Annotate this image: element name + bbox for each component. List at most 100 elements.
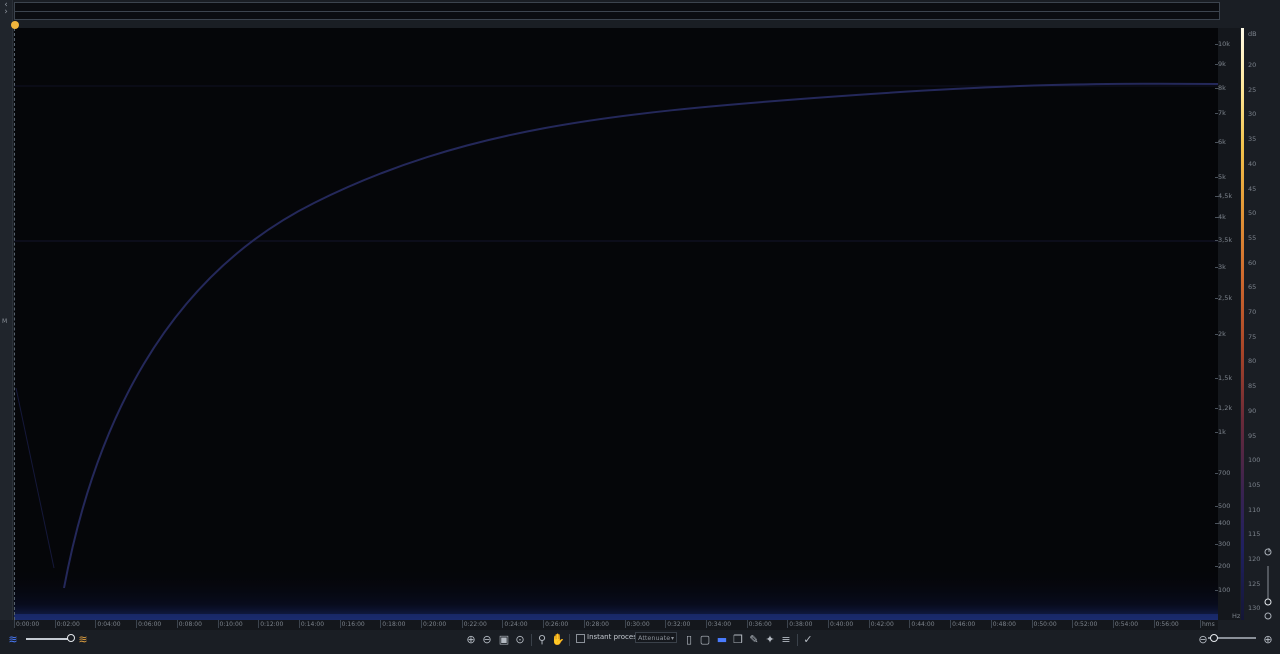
- frequency-tick-label: 4,5k: [1214, 192, 1233, 200]
- db-tick-label: 85: [1248, 382, 1257, 391]
- time-tick-label: 0:08:00: [176, 620, 202, 628]
- frequency-axis[interactable]: 10k 9k 8k 7k 6k 5k 4,5k 4k 3,5k 3k 2,5k 2k 1,5k 1,2k 1…: [1214, 28, 1240, 620]
- toolbar-divider: [797, 634, 798, 646]
- magic-wand-icon[interactable]: ✦: [763, 633, 777, 647]
- chevron-down-icon: ▾: [670, 635, 674, 642]
- zoom-in-icon[interactable]: ⊕: [1261, 633, 1275, 647]
- frequency-tick-label: 6k: [1215, 138, 1226, 146]
- frequency-tick-label: 1k: [1215, 428, 1226, 436]
- frequency-tick-label: 2k: [1215, 330, 1226, 338]
- time-tick-label: 0:50:00: [1031, 620, 1057, 628]
- time-tick-label: 0:36:00: [746, 620, 772, 628]
- time-tick-label: 0:20:00: [420, 620, 447, 628]
- frequency-tick-label: 8k: [1215, 84, 1226, 92]
- time-tick-label: 0:00:00: [13, 620, 40, 628]
- time-select-icon[interactable]: ▯: [682, 633, 696, 647]
- time-tick-label: 0:02:00: [54, 620, 80, 628]
- frequency-unit-label: Hz: [1232, 612, 1241, 620]
- rectangle-select-icon[interactable]: ▬: [715, 633, 729, 647]
- playhead-line: [14, 28, 16, 620]
- time-unit-label: hms: [1200, 620, 1215, 628]
- spectrogram-display[interactable]: [14, 28, 1218, 620]
- time-tick-label: 0:48:00: [990, 620, 1016, 628]
- db-tick-label: 105: [1248, 480, 1261, 489]
- frequency-tick-label: 2,5k: [1214, 294, 1233, 302]
- frequency-tick-label: 3,5k: [1214, 236, 1233, 244]
- frequency-tick-label: 700: [1214, 469, 1231, 477]
- mode-select-value: Attenuate: [638, 634, 671, 642]
- frequency-tick-label: 9k: [1215, 60, 1226, 68]
- frequency-select-icon[interactable]: ▢: [698, 633, 712, 647]
- time-tick-label: 0:28:00: [583, 620, 609, 628]
- waveform-spectrogram-opacity-track[interactable]: [26, 638, 72, 640]
- harmonic-select-icon[interactable]: ≡: [779, 633, 793, 647]
- frequency-tick-label: 10k: [1214, 40, 1231, 48]
- zoom-out-icon[interactable]: ⊖: [480, 633, 494, 647]
- frequency-tick-label: 1,5k: [1214, 374, 1233, 382]
- hand-icon[interactable]: ✋: [551, 633, 565, 647]
- time-tick-label: 0:12:00: [258, 620, 284, 628]
- frequency-tick-label: 3k: [1215, 263, 1226, 271]
- time-axis[interactable]: 0:00:00 0:02:00 0:04:00 0:06:00 0:08:00 0:10:…: [13, 620, 1218, 630]
- db-unit-label: dB: [1248, 30, 1257, 38]
- frequency-tick-label: 1,2k: [1214, 404, 1233, 412]
- db-axis: dB 20 25 30 35 40 45 50 55 60 65 70 75 80 85 90 95 100 105…: [1244, 28, 1262, 620]
- time-tick-label: 0:18:00: [380, 620, 406, 628]
- instant-process-mode-select[interactable]: Attenuate ▾: [635, 632, 677, 643]
- frequency-tick-label: 7k: [1215, 109, 1226, 117]
- overview-navigator[interactable]: [14, 2, 1220, 20]
- time-tick-label: 0:16:00: [339, 620, 365, 628]
- frequency-tick-label: 400: [1214, 519, 1231, 527]
- spectrogram-icon[interactable]: ≋: [76, 633, 90, 647]
- opacity-slider-thumb[interactable]: [67, 634, 75, 642]
- db-tick-label: 65: [1248, 283, 1257, 292]
- time-tick-label: 0:26:00: [543, 620, 569, 628]
- frequency-tick-label: 4k: [1215, 213, 1226, 221]
- time-tick-label: 0:34:00: [705, 620, 732, 628]
- lasso-icon[interactable]: ❒: [731, 633, 745, 647]
- time-tick-label: 0:56:00: [1153, 620, 1179, 628]
- brush-icon[interactable]: ✎: [747, 633, 761, 647]
- db-tick-label: 110: [1248, 505, 1261, 514]
- zoom-selection-icon[interactable]: ▣: [497, 633, 511, 647]
- db-tick-label: 20: [1248, 61, 1257, 69]
- time-tick-label: 0:14:00: [298, 620, 325, 628]
- db-tick-label: 120: [1248, 555, 1261, 563]
- db-tick-label: 45: [1248, 184, 1257, 193]
- time-tick-label: 0:40:00: [827, 620, 854, 628]
- db-tick-label: 80: [1248, 357, 1257, 366]
- time-tick-label: 0:30:00: [624, 620, 650, 628]
- db-tick-label: 115: [1248, 530, 1261, 539]
- zoom-fit-icon[interactable]: ⊙: [513, 633, 527, 647]
- checkmark-icon[interactable]: ✓: [801, 633, 815, 647]
- vertical-zoom-control[interactable]: [1262, 548, 1276, 620]
- collapse-icon[interactable]: ‹ ›: [0, 1, 12, 17]
- db-tick-label: 90: [1248, 406, 1257, 415]
- time-tick-label: 0:54:00: [1112, 620, 1139, 628]
- time-tick-label: 0:10:00: [217, 620, 243, 628]
- zoom-out-icon[interactable]: ⊖: [1196, 633, 1210, 647]
- toolbar-divider: [569, 634, 570, 646]
- waveform-icon[interactable]: ≋: [6, 633, 20, 647]
- db-tick-label: 55: [1248, 233, 1257, 242]
- instant-process-checkbox[interactable]: [576, 634, 585, 643]
- instant-process-label: Instant process: [587, 633, 641, 641]
- playhead-handle[interactable]: [11, 21, 19, 29]
- db-tick-label: 30: [1248, 110, 1257, 119]
- magnify-icon[interactable]: ⚲: [535, 633, 549, 647]
- db-tick-label: 125: [1248, 579, 1261, 588]
- time-tick-label: 0:38:00: [787, 620, 813, 628]
- time-tick-label: 0:06:00: [136, 620, 162, 628]
- frequency-sweep-curve: [63, 82, 1218, 589]
- sweep-reflection: [15, 387, 55, 569]
- frequency-tick-label: 300: [1214, 540, 1231, 548]
- time-tick-label: 0:46:00: [950, 620, 976, 628]
- time-tick-label: 0:32:00: [665, 620, 691, 628]
- time-tick-label: 0:52:00: [1072, 620, 1098, 628]
- frequency-tick-label: 200: [1214, 562, 1231, 570]
- db-tick-label: 35: [1248, 135, 1257, 144]
- horizontal-zoom-thumb[interactable]: [1210, 634, 1218, 642]
- noise-floor: [14, 568, 1218, 620]
- zoom-in-icon[interactable]: ⊕: [464, 633, 478, 647]
- time-tick-label: 0:24:00: [502, 620, 528, 628]
